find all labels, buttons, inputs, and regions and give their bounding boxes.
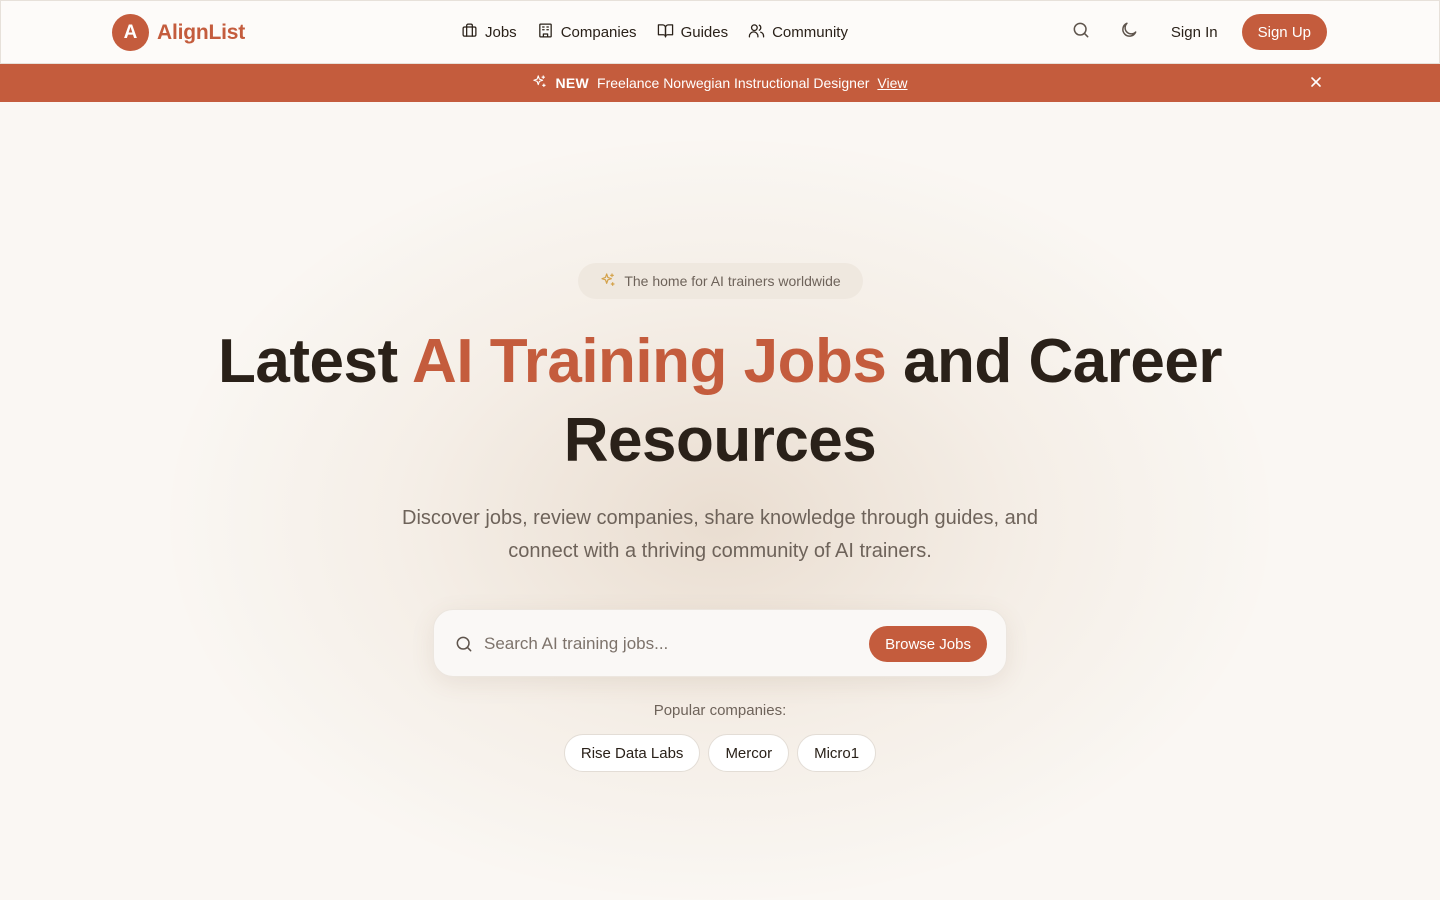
- briefcase-icon: [461, 22, 478, 43]
- moon-icon: [1119, 20, 1139, 45]
- search-button[interactable]: [1069, 20, 1093, 44]
- building-icon: [537, 22, 554, 43]
- popular-companies-list: Rise Data Labs Mercor Micro1: [0, 734, 1440, 772]
- hero-title-start: Latest: [218, 327, 413, 396]
- company-chip-rise-data-labs[interactable]: Rise Data Labs: [563, 734, 701, 772]
- nav-actions: Sign In Sign Up: [1069, 1, 1327, 63]
- close-icon: [1310, 75, 1322, 91]
- nav-item-companies[interactable]: Companies: [537, 22, 637, 43]
- browse-jobs-button[interactable]: Browse Jobs: [869, 626, 987, 662]
- logo-link[interactable]: A AlignList: [112, 14, 245, 51]
- company-chip-micro1[interactable]: Micro1: [797, 734, 877, 772]
- nav-item-label: Community: [772, 23, 848, 41]
- nav-item-jobs[interactable]: Jobs: [461, 22, 517, 43]
- banner-text: Freelance Norwegian Instructional Design…: [597, 75, 870, 91]
- logo-text: AlignList: [157, 20, 246, 44]
- banner-view-link[interactable]: View: [877, 75, 907, 91]
- sparkles-icon: [532, 74, 547, 92]
- company-chip-mercor[interactable]: Mercor: [708, 734, 790, 772]
- sign-in-link[interactable]: Sign In: [1171, 24, 1218, 41]
- users-icon: [748, 22, 765, 43]
- nav-item-label: Companies: [560, 23, 637, 41]
- nav-item-label: Guides: [680, 23, 729, 41]
- banner-content: NEW Freelance Norwegian Instructional De…: [532, 74, 908, 92]
- nav-item-community[interactable]: Community: [748, 22, 848, 43]
- search-icon: [454, 634, 474, 654]
- logo-mark: A: [112, 14, 149, 51]
- tagline-pill: The home for AI trainers worldwide: [578, 263, 863, 299]
- top-navbar: A AlignList Jobs Companies Guides Commun…: [0, 0, 1440, 64]
- announcement-banner: NEW Freelance Norwegian Instructional De…: [0, 64, 1440, 102]
- nav-item-guides[interactable]: Guides: [657, 22, 729, 43]
- job-search-input[interactable]: [484, 624, 864, 664]
- hero-title-accent: AI Training Jobs: [412, 327, 887, 396]
- nav-item-label: Jobs: [485, 23, 517, 41]
- hero-subtitle: Discover jobs, review companies, share k…: [402, 507, 1038, 562]
- theme-toggle-button[interactable]: [1117, 20, 1141, 44]
- banner-close-button[interactable]: [1308, 75, 1324, 91]
- tagline-text: The home for AI trainers worldwide: [624, 273, 841, 289]
- sign-up-button[interactable]: Sign Up: [1241, 14, 1327, 50]
- banner-tag: NEW: [555, 75, 590, 91]
- job-search-box: Browse Jobs: [433, 609, 1007, 677]
- book-open-icon: [657, 22, 674, 43]
- sparkles-icon: [600, 272, 616, 291]
- hero-title: Latest AI Training Jobs and Career Resou…: [200, 322, 1240, 480]
- search-icon: [1071, 20, 1091, 45]
- popular-companies-label: Popular companies:: [653, 702, 787, 719]
- main-nav: Jobs Companies Guides Community: [461, 1, 848, 63]
